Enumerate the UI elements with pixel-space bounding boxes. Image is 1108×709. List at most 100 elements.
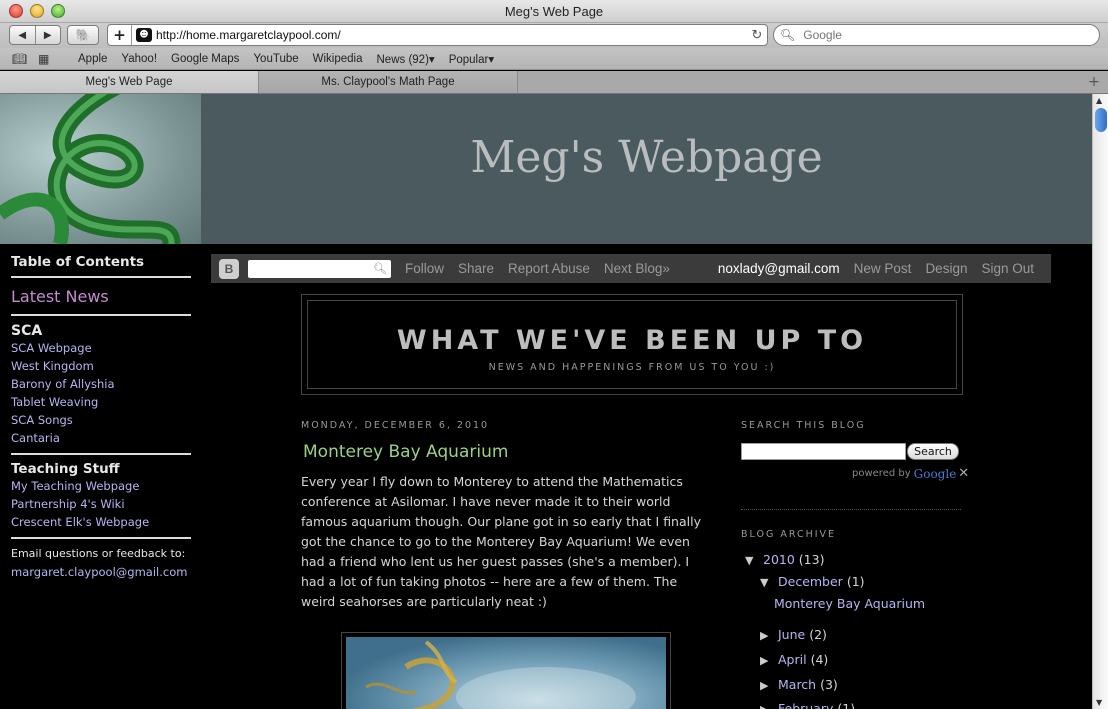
next-blog-link[interactable]: Next Blog» bbox=[604, 261, 670, 276]
google-logo-text: Google bbox=[913, 466, 957, 481]
sca-webpage-link[interactable]: SCA Webpage bbox=[11, 339, 191, 357]
partnership-wiki-link[interactable]: Partnership 4's Wiki bbox=[11, 495, 191, 513]
bookmark-apple[interactable]: Apple bbox=[78, 53, 107, 65]
archive-month-count: (3) bbox=[820, 677, 838, 692]
reload-icon[interactable]: ↻ bbox=[747, 28, 767, 43]
google-logo: Google bbox=[914, 467, 957, 481]
archive-month-june[interactable]: ▶ June (2) bbox=[760, 627, 827, 642]
archive-month-march[interactable]: ▶ March (3) bbox=[760, 677, 838, 692]
bookmark-yahoo[interactable]: Yahoo! bbox=[121, 53, 157, 65]
grid-icon[interactable]: ▦ bbox=[38, 52, 56, 66]
search-icon[interactable]: 🔍︎ bbox=[373, 262, 387, 275]
user-email[interactable]: noxlady@gmail.com bbox=[718, 261, 840, 276]
bookmarks-bar: 📖︎ ▦ Apple Yahoo! Google Maps YouTube Wi… bbox=[0, 48, 1108, 70]
new-post-link[interactable]: New Post bbox=[854, 261, 912, 276]
post-image-frame bbox=[341, 632, 671, 709]
bookmark-popular-label: Popular bbox=[448, 53, 489, 66]
archive-month-february[interactable]: ▶February (1) bbox=[760, 701, 855, 709]
triangle-right-icon[interactable]: ▶ bbox=[760, 679, 778, 692]
header-image bbox=[0, 94, 201, 244]
evernote-button[interactable]: 🐘 bbox=[67, 25, 99, 45]
latest-news-link[interactable]: Latest News bbox=[11, 287, 191, 316]
west-kingdom-link[interactable]: West Kingdom bbox=[11, 357, 191, 375]
archive-year-2010[interactable]: ▼ 2010 (13) bbox=[745, 552, 824, 567]
scroll-up-icon[interactable]: ▲ bbox=[1096, 96, 1102, 105]
archive-year-count: (13) bbox=[798, 552, 825, 567]
bookmark-youtube[interactable]: YouTube bbox=[253, 53, 298, 65]
new-tab-icon[interactable]: + bbox=[1080, 71, 1108, 93]
powered-by-label: powered by bbox=[852, 468, 911, 479]
scroll-down-icon[interactable]: ▼ bbox=[1096, 698, 1102, 707]
bookmark-news[interactable]: News (92)▾ bbox=[377, 52, 435, 66]
triangle-right-icon[interactable]: ▶ bbox=[760, 629, 778, 642]
search-button[interactable]: Search bbox=[907, 443, 959, 460]
blog-search-row: Search bbox=[741, 443, 959, 460]
teaching-heading: Teaching Stuff bbox=[11, 461, 120, 477]
archive-post-link[interactable]: Monterey Bay Aquarium bbox=[774, 596, 925, 611]
tools-icon: ✕ bbox=[958, 466, 970, 481]
chevron-down-icon: ▾ bbox=[428, 53, 435, 66]
blog-title-inner: WHAT WE'VE BEEN UP TO NEWS AND HAPPENING… bbox=[307, 300, 957, 389]
add-bookmark-button[interactable]: + bbox=[108, 25, 132, 45]
bookmark-wikipedia[interactable]: Wikipedia bbox=[313, 53, 363, 65]
triangle-down-icon[interactable]: ▼ bbox=[745, 554, 763, 567]
sca-heading: SCA bbox=[11, 323, 43, 339]
scrollbar-thumb[interactable] bbox=[1095, 108, 1107, 132]
divider bbox=[11, 537, 191, 539]
blog-search-input[interactable] bbox=[741, 443, 906, 460]
post-date: MONDAY, DECEMBER 6, 2010 bbox=[301, 420, 490, 431]
back-button[interactable]: ◀ bbox=[10, 26, 36, 44]
archive-month-count: (1) bbox=[846, 574, 865, 589]
left-navigation: Table of Contents Latest News SCA SCA We… bbox=[11, 254, 191, 579]
blogger-logo-icon[interactable]: B bbox=[219, 258, 239, 279]
archive-month-label[interactable]: December bbox=[778, 574, 843, 589]
aquarium-photo[interactable] bbox=[346, 637, 666, 709]
green-spiral-image bbox=[0, 94, 181, 244]
google-search-field[interactable]: 🔍︎ bbox=[773, 24, 1100, 46]
navbar-search-input[interactable]: 🔍︎ bbox=[248, 259, 391, 278]
teaching-webpage-link[interactable]: My Teaching Webpage bbox=[11, 477, 191, 495]
sca-songs-link[interactable]: SCA Songs bbox=[11, 411, 191, 429]
crescent-elk-link[interactable]: Crescent Elk's Webpage bbox=[11, 513, 191, 531]
tab-math-page[interactable]: Ms. Claypool's Math Page bbox=[259, 71, 518, 93]
archive-post-title[interactable]: Monterey Bay Aquarium bbox=[774, 596, 925, 611]
follow-link[interactable]: Follow bbox=[405, 261, 444, 276]
barony-link[interactable]: Barony of Allyshia bbox=[11, 375, 191, 393]
triangle-right-icon[interactable]: ▶ bbox=[760, 703, 778, 709]
archive-month-label[interactable]: April bbox=[778, 652, 807, 667]
tab-bar: Meg's Web Page Ms. Claypool's Math Page … bbox=[0, 71, 1108, 94]
chevron-down-icon: ▾ bbox=[488, 53, 495, 66]
window-title: Meg's Web Page bbox=[504, 4, 604, 19]
archive-month-label[interactable]: June bbox=[778, 627, 805, 642]
site-favicon-icon: ☻ bbox=[136, 28, 152, 42]
report-abuse-link[interactable]: Report Abuse bbox=[508, 261, 590, 276]
blog-title[interactable]: WHAT WE'VE BEEN UP TO bbox=[308, 325, 956, 356]
archive-year-label[interactable]: 2010 bbox=[763, 552, 795, 567]
toc-heading[interactable]: Table of Contents bbox=[11, 254, 191, 278]
bookmark-google-maps[interactable]: Google Maps bbox=[171, 53, 239, 65]
open-book-icon[interactable]: 📖︎ bbox=[12, 52, 30, 66]
triangle-right-icon[interactable]: ▶ bbox=[760, 654, 778, 667]
design-link[interactable]: Design bbox=[925, 261, 967, 276]
forward-button[interactable]: ▶ bbox=[36, 26, 61, 44]
share-link[interactable]: Share bbox=[458, 261, 494, 276]
archive-month-label[interactable]: March bbox=[778, 677, 816, 692]
google-search-input[interactable] bbox=[801, 27, 1082, 43]
bookmark-popular[interactable]: Popular▾ bbox=[449, 52, 494, 66]
email-link[interactable]: margaret.claypool@gmail.com bbox=[11, 565, 191, 579]
tablet-weaving-link[interactable]: Tablet Weaving bbox=[11, 393, 191, 411]
address-bar[interactable]: + ☻ http://home.margaretclaypool.com/ ↻ bbox=[107, 24, 768, 46]
sign-out-link[interactable]: Sign Out bbox=[981, 261, 1034, 276]
archive-month-count: (2) bbox=[809, 627, 827, 642]
site-header: Meg's Webpage bbox=[0, 94, 1092, 244]
archive-month-april[interactable]: ▶ April (4) bbox=[760, 652, 828, 667]
archive-month-count: (4) bbox=[810, 652, 829, 667]
tab-megs-web-page[interactable]: Meg's Web Page bbox=[0, 71, 259, 93]
cantaria-link[interactable]: Cantaria bbox=[11, 429, 191, 447]
archive-month-december[interactable]: ▼ December (1) bbox=[760, 574, 865, 589]
url-text[interactable]: http://home.margaretclaypool.com/ bbox=[156, 28, 747, 42]
vertical-scrollbar[interactable]: ▲ ▼ bbox=[1092, 94, 1108, 709]
post-title[interactable]: Monterey Bay Aquarium bbox=[303, 442, 508, 462]
archive-month-label[interactable]: February bbox=[778, 701, 833, 709]
triangle-down-icon[interactable]: ▼ bbox=[760, 576, 778, 589]
